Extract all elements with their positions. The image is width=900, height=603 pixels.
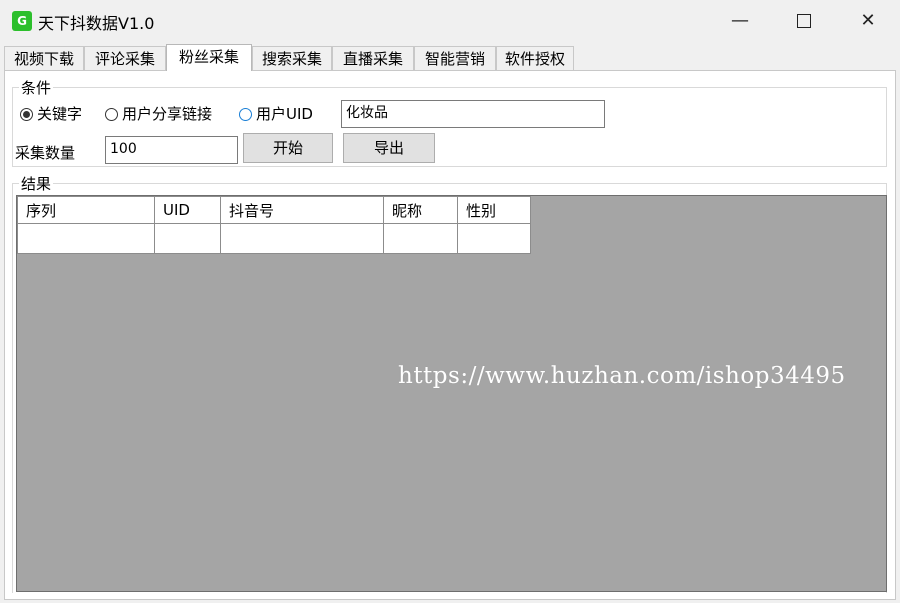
tab-live-collect[interactable]: 直播采集 (332, 46, 414, 70)
tab-comment-collect[interactable]: 评论采集 (84, 46, 166, 70)
column-header-uid[interactable]: UID (154, 196, 221, 224)
table-cell[interactable] (17, 223, 155, 254)
radio-checked-icon (20, 108, 33, 121)
column-header-douyin-id[interactable]: 抖音号 (220, 196, 384, 224)
radio-uid[interactable]: 用户UID (239, 103, 313, 124)
table-cell[interactable] (457, 223, 531, 254)
export-button[interactable]: 导出 (343, 133, 435, 163)
maximize-button[interactable] (772, 0, 836, 42)
column-header-gender[interactable]: 性别 (457, 196, 531, 224)
table-row[interactable] (17, 223, 531, 254)
tab-video-download[interactable]: 视频下载 (4, 46, 84, 70)
radio-share-link-label: 用户分享链接 (122, 105, 213, 123)
results-table: 序列 UID 抖音号 昵称 性别 (17, 196, 531, 254)
radio-share-link[interactable]: 用户分享链接 (105, 103, 212, 124)
radio-keyword[interactable]: 关键字 (20, 103, 82, 124)
count-label: 采集数量 (15, 144, 76, 162)
tab-fans-collect[interactable]: 粉丝采集 (166, 44, 252, 71)
minimize-button[interactable]: — (708, 0, 772, 42)
tab-software-license[interactable]: 软件授权 (496, 46, 574, 70)
window-title: 天下抖数据V1.0 (38, 14, 155, 33)
conditions-group: 条件 关键字 用户分享链接 用户UID 化妆品 采集数量 100 开始 导出 (12, 77, 887, 167)
tab-search-collect[interactable]: 搜索采集 (252, 46, 332, 70)
radio-unchecked-icon (105, 108, 118, 121)
app-icon: G (12, 11, 32, 31)
results-grid[interactable]: 序列 UID 抖音号 昵称 性别 (16, 195, 887, 592)
conditions-legend: 条件 (19, 77, 54, 98)
close-button[interactable]: ✕ (836, 0, 900, 42)
keyword-input[interactable]: 化妆品 (341, 100, 605, 128)
fans-collect-panel: 条件 关键字 用户分享链接 用户UID 化妆品 采集数量 100 开始 导出 结… (4, 70, 896, 600)
tab-smart-marketing[interactable]: 智能营销 (414, 46, 496, 70)
start-button[interactable]: 开始 (243, 133, 333, 163)
table-cell[interactable] (220, 223, 384, 254)
radio-uid-label: 用户UID (256, 105, 313, 123)
title-bar: G 天下抖数据V1.0 — ✕ (0, 0, 900, 42)
column-header-index[interactable]: 序列 (17, 196, 155, 224)
radio-unchecked-icon (239, 108, 252, 121)
column-header-nickname[interactable]: 昵称 (383, 196, 458, 224)
table-cell[interactable] (383, 223, 458, 254)
results-legend: 结果 (19, 173, 54, 194)
table-cell[interactable] (154, 223, 221, 254)
radio-keyword-label: 关键字 (37, 105, 83, 123)
count-input[interactable]: 100 (105, 136, 238, 164)
watermark-text: https://www.huzhan.com/ishop34495 (398, 363, 846, 389)
maximize-icon (797, 14, 811, 28)
